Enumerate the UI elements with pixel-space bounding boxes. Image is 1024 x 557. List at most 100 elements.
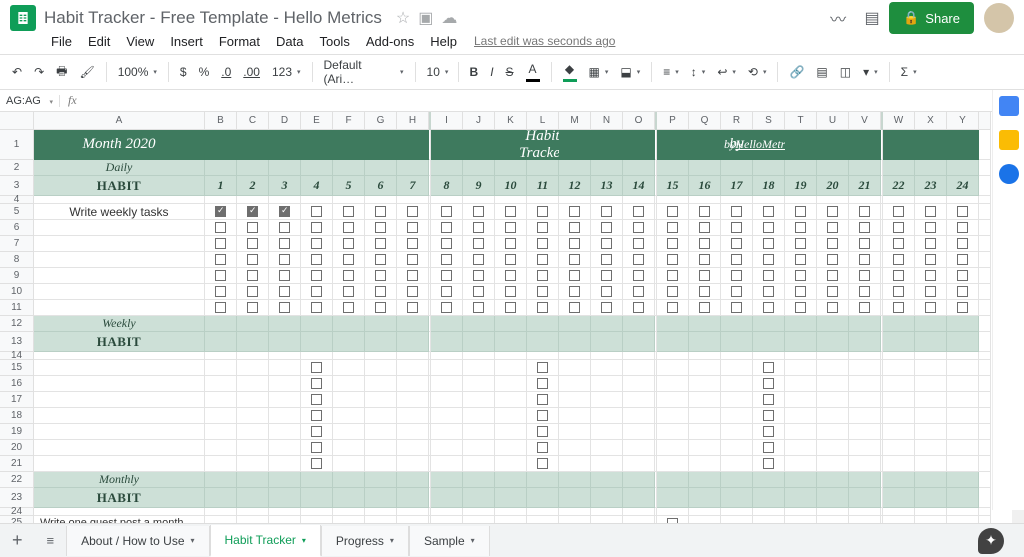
sheets-logo[interactable] — [10, 5, 36, 31]
checkbox-day-9[interactable] — [463, 284, 495, 300]
checkbox-day-15[interactable] — [657, 300, 689, 316]
checkbox-day-11[interactable] — [527, 252, 559, 268]
checkbox-day-3[interactable] — [269, 284, 301, 300]
menu-format[interactable]: Format — [212, 31, 267, 52]
keep-icon[interactable] — [999, 130, 1019, 150]
checkbox-day-21[interactable] — [849, 236, 881, 252]
calendar-icon[interactable] — [999, 96, 1019, 116]
checkbox-day-7[interactable] — [397, 204, 429, 220]
weekly-checkbox[interactable] — [753, 392, 785, 408]
checkbox-day-20[interactable] — [817, 204, 849, 220]
weekly-checkbox[interactable] — [527, 376, 559, 392]
checkbox-day-5[interactable] — [333, 236, 365, 252]
weekly-checkbox[interactable] — [753, 424, 785, 440]
weekly-checkbox[interactable] — [301, 360, 333, 376]
checkbox-day-5[interactable] — [333, 220, 365, 236]
checkbox-day-4[interactable] — [301, 268, 333, 284]
strike-button[interactable]: S — [501, 61, 519, 83]
explore-button[interactable]: ✦ — [978, 528, 1004, 554]
checkbox-day-1[interactable] — [205, 300, 237, 316]
zoom-dropdown[interactable]: 100% — [113, 61, 162, 83]
checkbox-day-14[interactable] — [623, 220, 655, 236]
tasks-icon[interactable] — [999, 164, 1019, 184]
checkbox-day-13[interactable] — [591, 204, 623, 220]
font-dropdown[interactable]: Default (Ari… — [319, 54, 409, 90]
checkbox-day-2[interactable] — [237, 300, 269, 316]
undo-button[interactable]: ↶ — [7, 61, 27, 83]
checkbox-day-19[interactable] — [785, 236, 817, 252]
checkbox-day-16[interactable] — [689, 220, 721, 236]
checkbox-day-8[interactable] — [431, 268, 463, 284]
checkbox-day-19[interactable] — [785, 252, 817, 268]
checkbox-day-21[interactable] — [849, 220, 881, 236]
checkbox-day-8[interactable] — [431, 236, 463, 252]
checkbox-day-9[interactable] — [463, 236, 495, 252]
checkbox-day-15[interactable] — [657, 252, 689, 268]
increase-decimal-button[interactable]: .00 — [238, 61, 265, 83]
checkbox-day-9[interactable] — [463, 252, 495, 268]
weekly-checkbox[interactable] — [301, 456, 333, 472]
checkbox-day-4[interactable] — [301, 252, 333, 268]
checkbox-day-18[interactable] — [753, 204, 785, 220]
halign-button[interactable]: ≡ — [658, 61, 684, 83]
checkbox-day-8[interactable] — [431, 284, 463, 300]
checkbox-day-8[interactable] — [431, 220, 463, 236]
all-sheets-button[interactable]: ≡ — [35, 533, 67, 548]
activity-icon[interactable]: 〰 — [824, 4, 852, 32]
checkbox-day-8[interactable] — [431, 300, 463, 316]
checkbox-day-14[interactable] — [623, 204, 655, 220]
checkbox-day-10[interactable] — [495, 284, 527, 300]
checkbox-day-5[interactable] — [333, 300, 365, 316]
weekly-checkbox[interactable] — [753, 376, 785, 392]
checkbox-day-19[interactable] — [785, 204, 817, 220]
comments-icon[interactable]: ▤ — [858, 4, 886, 32]
move-folder-icon[interactable]: ▣ — [418, 8, 433, 28]
checkbox-day-3[interactable] — [269, 252, 301, 268]
checkbox-day-12[interactable] — [559, 204, 591, 220]
checkbox-day-16[interactable] — [689, 236, 721, 252]
menu-file[interactable]: File — [44, 31, 79, 52]
checkbox-day-12[interactable] — [559, 268, 591, 284]
checkbox-day-10[interactable] — [495, 220, 527, 236]
checkbox-day-9[interactable] — [463, 268, 495, 284]
checkbox-day-20[interactable] — [817, 268, 849, 284]
checkbox-day-13[interactable] — [591, 268, 623, 284]
checkbox-day-20[interactable] — [817, 236, 849, 252]
borders-button[interactable]: ▦ — [584, 61, 614, 83]
spreadsheet-grid[interactable]: ABCDEFGHIJKLMNOPQRSTUVWXY1Month 2020Habi… — [0, 112, 1024, 533]
weekly-checkbox[interactable] — [527, 424, 559, 440]
checkbox-day-17[interactable] — [721, 284, 753, 300]
checkbox-day-8[interactable] — [431, 204, 463, 220]
checkbox-day-16[interactable] — [689, 252, 721, 268]
weekly-checkbox[interactable] — [301, 424, 333, 440]
weekly-checkbox[interactable] — [527, 440, 559, 456]
menu-data[interactable]: Data — [269, 31, 310, 52]
checkbox-day-18[interactable] — [753, 252, 785, 268]
checkbox-day-3[interactable] — [269, 300, 301, 316]
checkbox-day-15[interactable] — [657, 236, 689, 252]
checkbox-day-16[interactable] — [689, 204, 721, 220]
weekly-checkbox[interactable] — [753, 360, 785, 376]
checkbox-day-20[interactable] — [817, 284, 849, 300]
checkbox-day-5[interactable] — [333, 252, 365, 268]
checkbox-day-17[interactable] — [721, 204, 753, 220]
tab-progress[interactable]: Progress▾ — [321, 526, 409, 556]
weekly-checkbox[interactable] — [753, 408, 785, 424]
checkbox-day-14[interactable] — [623, 284, 655, 300]
checkbox-day-12[interactable] — [559, 220, 591, 236]
checkbox-day-17[interactable] — [721, 300, 753, 316]
checkbox-day-10[interactable] — [495, 268, 527, 284]
checkbox-day-10[interactable] — [495, 252, 527, 268]
menu-view[interactable]: View — [119, 31, 161, 52]
add-sheet-button[interactable]: + — [0, 530, 35, 551]
font-size-dropdown[interactable]: 10 — [422, 61, 452, 83]
checkbox-day-5[interactable] — [333, 204, 365, 220]
number-format-dropdown[interactable]: 123 — [267, 61, 306, 83]
checkbox-day-12[interactable] — [559, 252, 591, 268]
menu-edit[interactable]: Edit — [81, 31, 117, 52]
rotate-button[interactable]: ⟲ — [743, 61, 772, 83]
checkbox-day-3[interactable] — [269, 204, 301, 220]
tab-about[interactable]: About / How to Use▾ — [66, 526, 209, 556]
weekly-checkbox[interactable] — [301, 440, 333, 456]
checkbox-day-11[interactable] — [527, 268, 559, 284]
